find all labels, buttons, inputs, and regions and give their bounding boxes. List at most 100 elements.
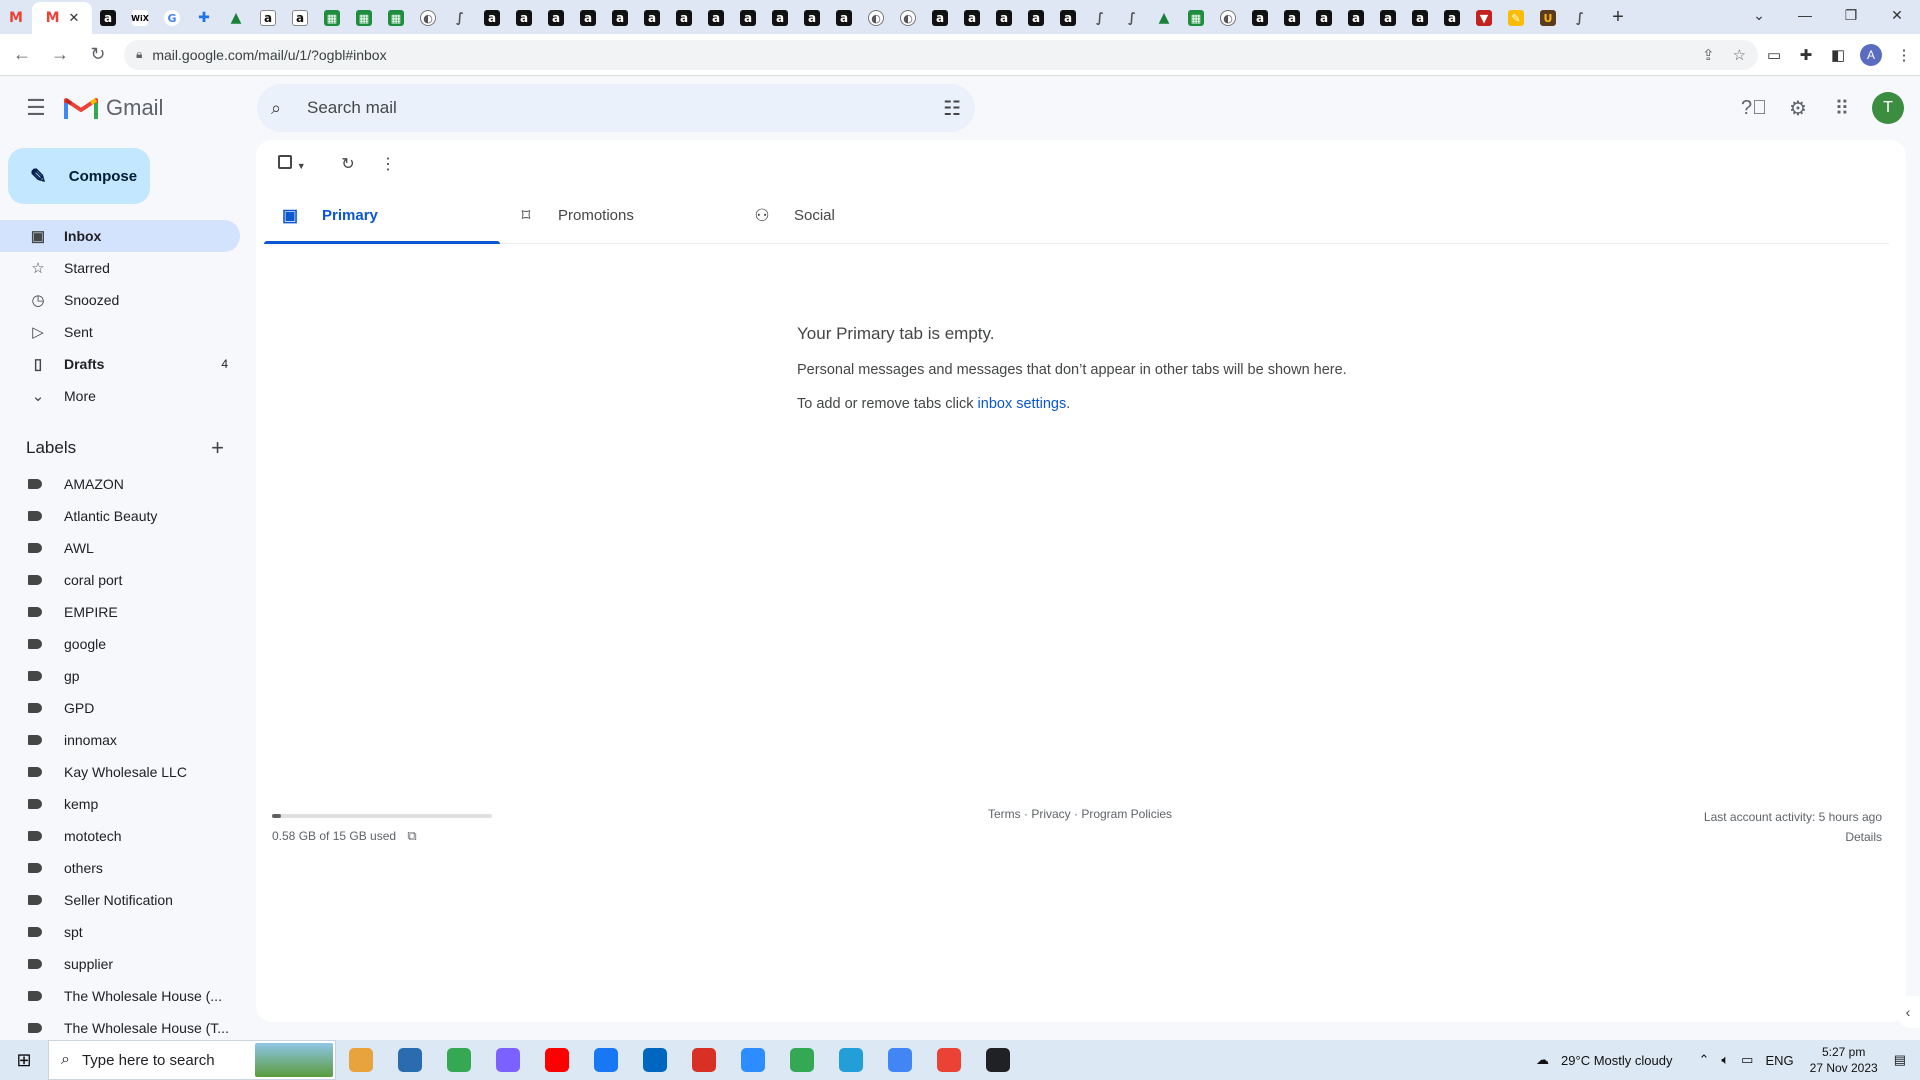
label-item[interactable]: kemp [0, 788, 256, 820]
search-bar[interactable]: ⌕ ☷ [257, 84, 975, 132]
taskbar-app-icon[interactable] [336, 1040, 385, 1080]
label-item[interactable]: The Wholesale House (T... [0, 1012, 256, 1040]
browser-tab[interactable]: a [476, 2, 508, 34]
tab-primary[interactable]: ▣ Primary [264, 188, 500, 244]
restore-button[interactable]: ❐ [1828, 7, 1874, 24]
browser-tab[interactable]: a [732, 2, 764, 34]
browser-tab[interactable]: a [988, 2, 1020, 34]
taskbar-app-icon[interactable] [385, 1040, 434, 1080]
account-avatar[interactable]: T [1872, 92, 1904, 124]
language-indicator[interactable]: ENG [1765, 1053, 1793, 1068]
weather-text[interactable]: 29°C Mostly cloudy [1561, 1053, 1672, 1068]
browser-tab[interactable]: a [1372, 2, 1404, 34]
browser-tab[interactable]: a [956, 2, 988, 34]
browser-tab[interactable]: M [0, 2, 32, 34]
browser-tab[interactable]: G [156, 2, 188, 34]
open-external-icon[interactable]: ⧉ [407, 828, 416, 843]
label-item[interactable]: EMPIRE [0, 596, 256, 628]
browser-tab[interactable]: a [540, 2, 572, 34]
taskbar-app-icon[interactable] [826, 1040, 875, 1080]
browser-tab[interactable]: ◐ [412, 2, 444, 34]
browser-tab[interactable]: ✎ [1500, 2, 1532, 34]
extension-off-icon[interactable]: ▭ [1758, 46, 1790, 64]
storage-meter[interactable]: 0.58 GB of 15 GB used ⧉ [272, 814, 492, 844]
taskbar-search[interactable]: ⌕ Type here to search [48, 1040, 336, 1080]
label-item[interactable]: AMAZON [0, 468, 256, 500]
label-item[interactable]: Kay Wholesale LLC [0, 756, 256, 788]
browser-tab[interactable]: a [924, 2, 956, 34]
chrome-menu-icon[interactable]: ⋮ [1888, 46, 1920, 64]
browser-tab[interactable]: a [284, 2, 316, 34]
google-apps-icon[interactable]: ⠿ [1820, 86, 1864, 130]
taskbar-app-icon[interactable] [630, 1040, 679, 1080]
taskbar-app-icon[interactable] [581, 1040, 630, 1080]
browser-tab[interactable]: a [92, 2, 124, 34]
browser-tab[interactable]: a [1436, 2, 1468, 34]
browser-tab[interactable]: ∫ [444, 2, 476, 34]
settings-gear-icon[interactable]: ⚙ [1776, 86, 1820, 130]
label-item[interactable]: AWL [0, 532, 256, 564]
browser-tab[interactable]: WiX [124, 2, 156, 34]
taskbar-app-icon[interactable] [532, 1040, 581, 1080]
browser-tab[interactable]: a [828, 2, 860, 34]
address-bar[interactable]: 🔒︎ mail.google.com/mail/u/1/?ogbl#inbox … [123, 39, 1759, 70]
browser-tab[interactable]: a [572, 2, 604, 34]
browser-tab[interactable]: ▦ [380, 2, 412, 34]
browser-tab[interactable]: ▦ [1180, 2, 1212, 34]
search-input[interactable] [307, 98, 944, 118]
close-window-button[interactable]: ✕ [1874, 7, 1920, 24]
browser-tab[interactable]: a [796, 2, 828, 34]
back-button[interactable]: ← [6, 44, 38, 65]
browser-tab[interactable]: ∫ [1116, 2, 1148, 34]
taskbar-app-icon[interactable] [483, 1040, 532, 1080]
label-item[interactable]: spt [0, 916, 256, 948]
tray-chevron-icon[interactable]: ⌃ [1698, 1052, 1709, 1068]
inbox-settings-link[interactable]: inbox settings [978, 396, 1067, 412]
browser-tab[interactable]: a [1276, 2, 1308, 34]
close-tab-icon[interactable]: ✕ [69, 10, 80, 26]
browser-tab[interactable]: a [1404, 2, 1436, 34]
label-item[interactable]: Atlantic Beauty [0, 500, 256, 532]
select-checkbox[interactable]: ▼ [272, 154, 312, 174]
browser-tab[interactable]: ∫ [1564, 2, 1596, 34]
browser-tab[interactable]: a [700, 2, 732, 34]
taskbar-app-icon[interactable] [434, 1040, 483, 1080]
browser-tab[interactable]: ◐ [1212, 2, 1244, 34]
taskbar-app-icon[interactable] [875, 1040, 924, 1080]
browser-tab[interactable]: ◐ [892, 2, 924, 34]
share-icon[interactable]: ⇪ [1702, 46, 1715, 64]
label-item[interactable]: The Wholesale House (... [0, 980, 256, 1012]
sidebar-item-more[interactable]: ⌄ More [0, 380, 240, 412]
label-item[interactable]: innomax [0, 724, 256, 756]
browser-tab[interactable]: a [604, 2, 636, 34]
sidebar-item-drafts[interactable]: ▯ Drafts 4 [0, 348, 240, 380]
sidebar-item-sent[interactable]: ▷ Sent [0, 316, 240, 348]
sidebar-item-starred[interactable]: ☆ Starred [0, 252, 240, 284]
taskbar-app-icon[interactable] [728, 1040, 777, 1080]
label-item[interactable]: gp [0, 660, 256, 692]
taskbar-app-icon[interactable] [777, 1040, 826, 1080]
browser-tab[interactable]: a [1340, 2, 1372, 34]
forward-button[interactable]: → [44, 44, 76, 65]
side-panel-toggle-chevron-icon[interactable]: ‹ [1896, 996, 1920, 1028]
browser-tab[interactable]: a [252, 2, 284, 34]
side-panel-icon[interactable]: ◧ [1822, 46, 1854, 64]
taskbar-app-icon[interactable] [924, 1040, 973, 1080]
create-label-plus-icon[interactable]: + [211, 435, 224, 461]
label-item[interactable]: GPD [0, 692, 256, 724]
browser-tab[interactable]: ✚ [188, 2, 220, 34]
browser-tab[interactable]: ▦ [348, 2, 380, 34]
more-options-icon[interactable]: ⋮ [368, 154, 408, 174]
browser-tab[interactable]: a [636, 2, 668, 34]
taskbar-app-icon[interactable] [679, 1040, 728, 1080]
lock-icon[interactable]: 🔒︎ [136, 47, 142, 62]
new-tab-button[interactable]: + [1602, 6, 1634, 29]
label-item[interactable]: google [0, 628, 256, 660]
weather-icon[interactable]: ☁ [1536, 1052, 1549, 1068]
label-item[interactable]: mototech [0, 820, 256, 852]
details-link[interactable]: Details [1704, 827, 1882, 847]
browser-tab[interactable]: a [1020, 2, 1052, 34]
label-item[interactable]: others [0, 852, 256, 884]
volume-icon[interactable]: 🔈︎ [1721, 1052, 1729, 1068]
browser-tab[interactable]: ▼ [1468, 2, 1500, 34]
